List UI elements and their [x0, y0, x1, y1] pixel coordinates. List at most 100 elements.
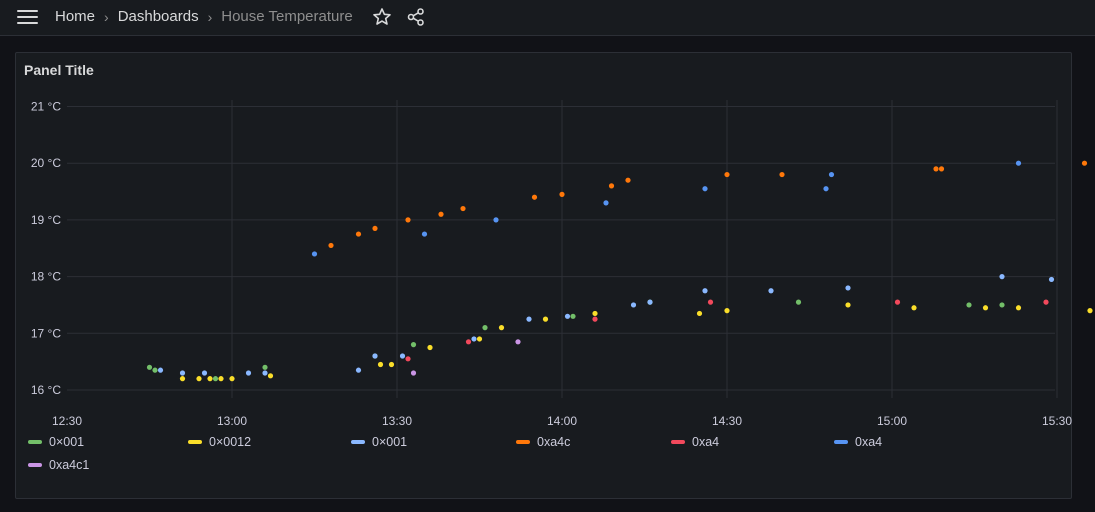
data-point: [911, 305, 917, 311]
data-point: [625, 177, 631, 183]
legend-swatch: [28, 463, 42, 467]
data-point: [179, 376, 186, 382]
data-point: [515, 339, 521, 345]
data-point: [179, 370, 186, 376]
legend-label: 0xa4: [855, 435, 883, 449]
data-point: [245, 370, 252, 376]
data-point: [845, 285, 851, 291]
data-point: [207, 376, 213, 382]
data-point: [355, 367, 362, 373]
data-point: [460, 205, 466, 212]
data-point: [493, 217, 499, 223]
legend-swatch: [188, 440, 202, 444]
data-point: [938, 166, 945, 172]
data-point: [966, 302, 972, 308]
legend-swatch: [351, 440, 365, 444]
data-point: [603, 200, 609, 206]
legend-swatch: [834, 440, 848, 444]
data-point: [157, 367, 164, 373]
legend-item[interactable]: 0×0012: [188, 435, 251, 449]
legend-item[interactable]: 0×001: [28, 435, 84, 449]
data-point: [399, 353, 406, 359]
x-tick-label: 14:00: [547, 414, 577, 428]
data-point: [212, 376, 219, 382]
data-point: [845, 302, 851, 308]
legend-swatch: [28, 440, 42, 444]
data-point: [559, 191, 565, 197]
legend-item[interactable]: 0xa4c1: [28, 458, 89, 472]
y-tick-label: 17 °C: [31, 326, 61, 340]
data-point: [999, 302, 1005, 308]
data-point: [707, 299, 714, 305]
legend-item[interactable]: 0xa4: [834, 435, 882, 449]
data-point: [471, 336, 477, 342]
data-point: [779, 171, 785, 178]
y-tick-label: 18 °C: [31, 270, 61, 284]
data-point: [570, 313, 576, 319]
legend-swatch: [671, 440, 685, 444]
data-point: [229, 376, 235, 382]
data-point: [702, 288, 708, 294]
data-point: [465, 339, 472, 345]
data-point: [542, 316, 549, 322]
legend-label: 0×001: [49, 435, 85, 449]
data-point: [388, 361, 395, 368]
x-tick-label: 14:30: [712, 414, 742, 428]
legend-label: 0×001: [372, 435, 408, 449]
legend-item[interactable]: 0xa4c: [516, 435, 570, 449]
legend-item[interactable]: 0×001: [351, 435, 407, 449]
x-tick-label: 15:30: [1042, 414, 1072, 428]
data-point: [828, 171, 835, 178]
data-point: [1015, 160, 1022, 166]
data-point: [702, 186, 708, 192]
data-point: [630, 302, 637, 308]
legend-label: 0xa4: [692, 435, 720, 449]
data-point: [1048, 276, 1055, 283]
data-point: [328, 242, 334, 249]
data-point: [564, 313, 571, 319]
data-point: [592, 316, 598, 322]
data-point: [894, 299, 901, 305]
data-point: [146, 364, 153, 370]
data-point: [592, 310, 598, 317]
data-point: [377, 361, 384, 368]
data-point: [476, 336, 483, 342]
y-tick-label: 16 °C: [31, 383, 61, 397]
y-tick-label: 19 °C: [31, 213, 61, 227]
y-tick-label: 21 °C: [31, 100, 61, 114]
data-point: [526, 316, 532, 322]
legend-label: 0xa4c1: [49, 458, 90, 472]
x-tick-label: 15:00: [877, 414, 907, 428]
data-point: [1087, 308, 1093, 314]
data-point: [201, 370, 208, 376]
data-point: [152, 367, 158, 373]
data-point: [372, 225, 378, 232]
data-point: [218, 376, 224, 382]
data-point: [196, 376, 202, 382]
data-point: [427, 344, 433, 351]
data-point: [355, 231, 362, 237]
data-point: [768, 288, 774, 294]
data-point: [410, 370, 417, 376]
legend-label: 0xa4c: [537, 435, 571, 449]
data-point: [608, 183, 615, 189]
data-point: [1043, 299, 1049, 305]
data-point: [267, 373, 274, 379]
data-point: [372, 353, 378, 359]
data-point: [933, 166, 939, 172]
data-point: [410, 342, 417, 348]
data-point: [531, 194, 538, 200]
data-point: [982, 305, 989, 311]
data-point: [724, 171, 730, 178]
data-point: [262, 364, 268, 370]
x-tick-label: 13:30: [382, 414, 412, 428]
legend-item[interactable]: 0xa4: [671, 435, 719, 449]
data-point: [438, 211, 444, 217]
data-point: [999, 274, 1005, 280]
data-point: [1081, 160, 1088, 166]
data-point: [823, 186, 829, 192]
data-point: [262, 370, 268, 376]
x-tick-label: 12:30: [52, 414, 82, 428]
data-point: [696, 310, 703, 317]
data-point: [1015, 305, 1022, 311]
